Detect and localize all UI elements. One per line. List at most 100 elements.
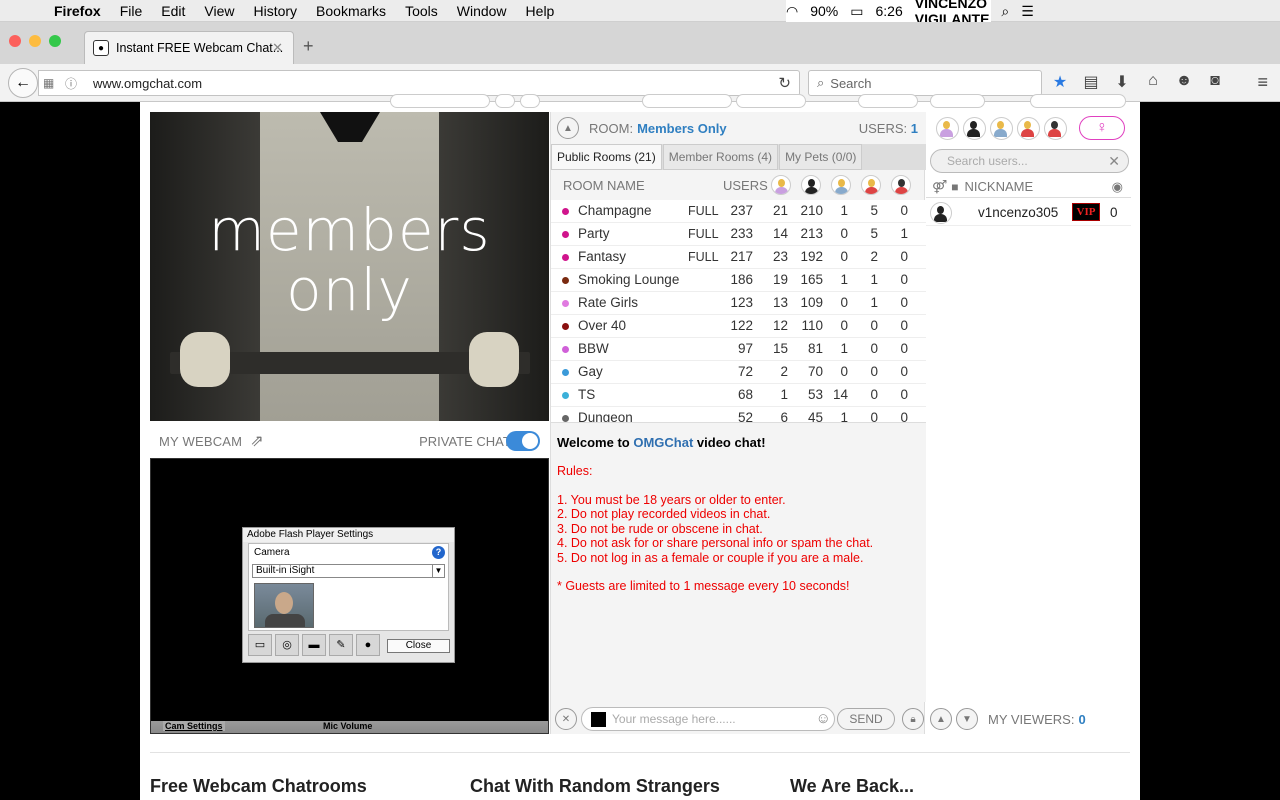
menu-file[interactable]: File xyxy=(120,3,143,19)
camera-select[interactable]: Built-in iSight ▼ xyxy=(252,564,445,578)
hamburger-menu-icon[interactable]: ≡ xyxy=(1257,72,1268,93)
privacy-icon[interactable]: ▭ xyxy=(248,634,272,656)
female-filter-icon[interactable] xyxy=(936,116,959,140)
room-name-cell[interactable]: Rate Girls xyxy=(578,292,638,314)
ghost-button[interactable] xyxy=(930,94,985,108)
room-name-cell[interactable]: Gay xyxy=(578,361,603,383)
ghost-button[interactable] xyxy=(1030,94,1126,108)
menu-app[interactable]: Firefox xyxy=(54,3,101,19)
menu-window[interactable]: Window xyxy=(457,3,507,19)
couple-filter-icon[interactable] xyxy=(1017,116,1040,140)
color-picker[interactable] xyxy=(591,711,606,727)
battery-icon[interactable]: ▭ xyxy=(850,3,863,20)
url-bar[interactable]: ▦ ⓘ www.omgchat.com ↻ xyxy=(38,70,800,96)
menu-edit[interactable]: Edit xyxy=(161,3,185,19)
trans-avatar-icon[interactable] xyxy=(831,175,851,195)
room-row[interactable]: Party FULL 233 14 213 0 5 1 xyxy=(551,223,926,246)
send-button[interactable]: SEND xyxy=(837,708,895,730)
room-name-cell[interactable]: TS xyxy=(578,384,595,406)
close-window-icon[interactable] xyxy=(9,35,21,47)
clear-chat-button[interactable]: ✕ xyxy=(555,708,577,730)
male-filter-icon[interactable] xyxy=(963,116,986,140)
lock-icon[interactable]: 🔒︎ xyxy=(902,708,924,730)
back-button[interactable]: ← xyxy=(8,68,38,98)
help-icon[interactable]: ? xyxy=(432,546,445,559)
ghost-button[interactable] xyxy=(736,94,806,108)
room-row[interactable]: Gay 72 2 70 0 0 0 xyxy=(551,361,926,384)
tab-member-rooms[interactable]: Member Rooms (4) xyxy=(662,144,779,170)
female-avatar-icon[interactable] xyxy=(771,175,791,195)
webcam-area[interactable]: Adobe Flash Player Settings Camera ? Bui… xyxy=(150,458,549,734)
menu-bookmarks[interactable]: Bookmarks xyxy=(316,3,386,19)
storage-icon[interactable]: ▬ xyxy=(302,634,326,656)
ghost-button[interactable] xyxy=(520,94,540,108)
female-symbol-button[interactable]: ♀ xyxy=(1079,116,1125,140)
room-row[interactable]: Over 40 122 12 110 0 0 0 xyxy=(551,315,926,338)
cam-settings-link[interactable]: Cam Settings xyxy=(163,721,225,731)
browser-tab[interactable]: ● Instant FREE Webcam Chat... ✕ xyxy=(84,31,294,64)
private-chat-toggle[interactable] xyxy=(506,431,540,451)
search-users-input[interactable]: Search users... ✕ xyxy=(930,149,1129,173)
new-tab-icon[interactable]: + xyxy=(303,36,314,57)
pocket-icon[interactable]: ◙ xyxy=(1205,72,1225,92)
room-name-cell[interactable]: Smoking Lounge xyxy=(578,269,679,291)
room-row[interactable]: BBW 97 15 81 1 0 0 xyxy=(551,338,926,361)
trans-filter-icon[interactable] xyxy=(990,116,1013,140)
menu-tools[interactable]: Tools xyxy=(405,3,438,19)
room-row[interactable]: TS 68 1 53 14 0 0 xyxy=(551,384,926,407)
menu-view[interactable]: View xyxy=(204,3,234,19)
collapse-up-button[interactable]: ▲ xyxy=(557,117,579,139)
flash-close-button[interactable]: Close xyxy=(387,639,450,653)
wifi-icon[interactable]: ◠ xyxy=(786,3,798,20)
eye-icon[interactable]: ◉ xyxy=(1112,179,1123,195)
gender-symbol-icon[interactable]: ⚤ xyxy=(932,179,947,195)
couple-avatar-icon[interactable] xyxy=(861,175,881,195)
room-name-cell[interactable]: Party xyxy=(578,223,610,245)
share-icon[interactable]: ⇗ xyxy=(250,431,263,451)
message-input[interactable]: Your message here...... ☺ xyxy=(581,707,835,731)
scroll-up-button[interactable]: ▲ xyxy=(930,708,952,730)
user-nickname[interactable]: v1ncenzo305 xyxy=(978,205,1058,220)
room-name-cell[interactable]: Dungeon xyxy=(578,407,633,422)
bookmark-star-icon[interactable]: ★ xyxy=(1050,72,1070,92)
room-row[interactable]: Rate Girls 123 13 109 0 1 0 xyxy=(551,292,926,315)
notification-center-icon[interactable]: ☰ xyxy=(1021,3,1034,20)
reload-icon[interactable]: ↻ xyxy=(778,74,791,92)
room-name-cell[interactable]: Over 40 xyxy=(578,315,626,337)
room-name-cell[interactable]: Fantasy xyxy=(578,246,626,268)
room-row[interactable]: Champagne FULL 237 21 210 1 5 0 xyxy=(551,200,926,223)
video-camera-icon[interactable]: ■ xyxy=(951,180,958,194)
smiley-icon[interactable]: ☺ xyxy=(816,710,831,727)
library-icon[interactable]: ▦ xyxy=(43,76,65,90)
zoom-window-icon[interactable] xyxy=(49,35,61,47)
home-icon[interactable]: ⌂ xyxy=(1143,72,1163,92)
display-icon[interactable]: ◎ xyxy=(275,634,299,656)
menu-history[interactable]: History xyxy=(253,3,297,19)
spotlight-icon[interactable]: ⌕ xyxy=(1001,3,1009,20)
menu-help[interactable]: Help xyxy=(526,3,555,19)
room-row[interactable]: Dungeon 52 6 45 1 0 0 xyxy=(551,407,926,422)
mixed-couple-filter-icon[interactable] xyxy=(1044,116,1067,140)
download-icon[interactable]: ⬇ xyxy=(1112,72,1132,92)
ghost-button[interactable] xyxy=(858,94,918,108)
tab-my-pets[interactable]: My Pets (0/0) xyxy=(779,144,863,170)
ghost-button[interactable] xyxy=(495,94,515,108)
room-row[interactable]: Fantasy FULL 217 23 192 0 2 0 xyxy=(551,246,926,269)
room-name-cell[interactable]: BBW xyxy=(578,338,609,360)
room-row[interactable]: Smoking Lounge 186 19 165 1 1 0 xyxy=(551,269,926,292)
male-avatar-icon[interactable] xyxy=(801,175,821,195)
ghost-button[interactable] xyxy=(390,94,490,108)
clear-search-icon[interactable]: ✕ xyxy=(1108,150,1120,172)
microphone-icon[interactable]: ✎ xyxy=(329,634,353,656)
minimize-window-icon[interactable] xyxy=(29,35,41,47)
info-icon[interactable]: ⓘ xyxy=(65,75,87,92)
tab-public-rooms[interactable]: Public Rooms (21) xyxy=(551,144,662,170)
reading-list-icon[interactable]: ▤ xyxy=(1081,72,1101,92)
camera-icon[interactable]: ● xyxy=(356,634,380,656)
emoji-icon[interactable]: ☻ xyxy=(1174,72,1194,92)
scroll-down-button[interactable]: ▼ xyxy=(956,708,978,730)
user-row[interactable]: v1ncenzo305 VIP 0 xyxy=(926,200,1131,226)
mixed-couple-avatar-icon[interactable] xyxy=(891,175,911,195)
search-bar[interactable]: ⌕ Search xyxy=(808,70,1042,96)
close-tab-icon[interactable]: ✕ xyxy=(272,40,283,56)
